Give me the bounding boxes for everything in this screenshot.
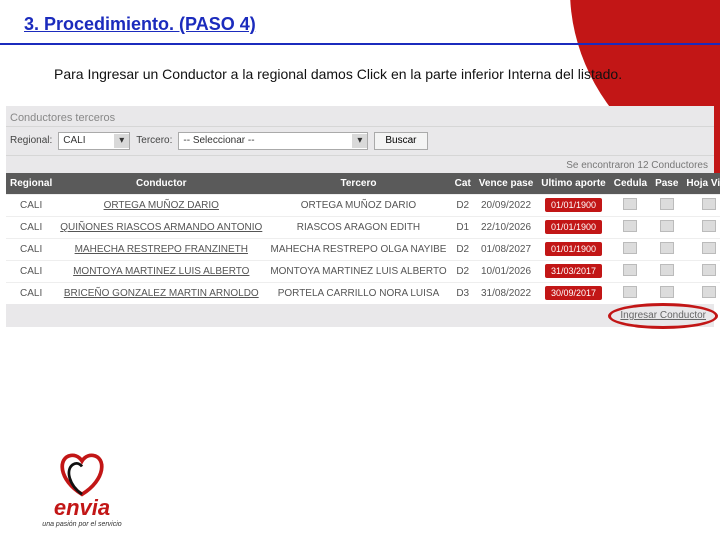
regional-label: Regional: — [10, 135, 52, 146]
document-icon[interactable] — [702, 264, 716, 276]
tercero-select-value: -- Seleccionar -- — [183, 135, 254, 146]
regional-select-value: CALI — [63, 135, 85, 146]
filter-bar: Regional: CALI ▾ Tercero: -- Seleccionar… — [6, 127, 714, 155]
aporte-badge: 01/01/1900 — [545, 198, 602, 212]
brand-name: envia — [22, 495, 142, 521]
slide-title: 3. Procedimiento. (PASO 4) — [0, 0, 720, 37]
slide-description: Para Ingresar un Conductor a la regional… — [0, 45, 720, 98]
cell: 01/08/2027 — [475, 238, 537, 260]
table-row: CALIMAHECHA RESTREPO FRANZINETHMAHECHA R… — [6, 238, 720, 260]
driver-link[interactable]: BRICEÑO GONZALEZ MARTIN ARNOLDO — [56, 282, 266, 304]
cell: CALI — [6, 260, 56, 282]
col-conductor: Conductor — [56, 173, 266, 195]
cell: D1 — [451, 216, 475, 238]
col-vence: Vence pase — [475, 173, 537, 195]
driver-link[interactable]: ORTEGA MUÑOZ DARIO — [56, 194, 266, 216]
table-header: Regional Conductor Tercero Cat Vence pas… — [6, 173, 720, 195]
document-icon[interactable] — [660, 198, 674, 210]
cell: 20/09/2022 — [475, 194, 537, 216]
aporte-badge: 30/09/2017 — [545, 286, 602, 300]
chevron-down-icon: ▾ — [352, 134, 367, 148]
aporte-badge: 01/01/1900 — [545, 242, 602, 256]
cell: ORTEGA MUÑOZ DARIO — [266, 194, 450, 216]
tercero-select[interactable]: -- Seleccionar -- ▾ — [178, 132, 368, 150]
brand-tagline: una pasión por el servicio — [22, 521, 142, 528]
document-icon[interactable] — [702, 198, 716, 210]
cell: 31/08/2022 — [475, 282, 537, 304]
cell: D3 — [451, 282, 475, 304]
col-cat: Cat — [451, 173, 475, 195]
cell: CALI — [6, 238, 56, 260]
table-row: CALIMONTOYA MARTINEZ LUIS ALBERTOMONTOYA… — [6, 260, 720, 282]
document-icon[interactable] — [660, 286, 674, 298]
app-panel: Conductores terceros Regional: CALI ▾ Te… — [6, 106, 714, 327]
col-cedula: Cedula — [610, 173, 651, 195]
driver-link[interactable]: QUIÑONES RIASCOS ARMANDO ANTONIO — [56, 216, 266, 238]
document-icon[interactable] — [623, 286, 637, 298]
document-icon[interactable] — [623, 198, 637, 210]
cell: RIASCOS ARAGON EDITH — [266, 216, 450, 238]
cell: PORTELA CARRILLO NORA LUISA — [266, 282, 450, 304]
aporte-badge: 01/01/1900 — [545, 220, 602, 234]
chevron-down-icon: ▾ — [114, 134, 129, 148]
panel-title: Conductores terceros — [6, 106, 714, 126]
result-count: Se encontraron 12 Conductores — [6, 156, 714, 173]
document-icon[interactable] — [623, 242, 637, 254]
document-icon[interactable] — [660, 264, 674, 276]
document-icon[interactable] — [623, 220, 637, 232]
drivers-table: Regional Conductor Tercero Cat Vence pas… — [6, 173, 720, 304]
col-hoja: Hoja Vida — [682, 173, 720, 195]
col-aporte: Ultimo aporte — [537, 173, 609, 195]
ingresar-conductor-link[interactable]: Ingresar Conductor — [620, 310, 706, 321]
driver-link[interactable]: MONTOYA MARTINEZ LUIS ALBERTO — [56, 260, 266, 282]
document-icon[interactable] — [702, 242, 716, 254]
document-icon[interactable] — [702, 220, 716, 232]
table-row: CALIBRICEÑO GONZALEZ MARTIN ARNOLDOPORTE… — [6, 282, 720, 304]
table-row: CALIQUIÑONES RIASCOS ARMANDO ANTONIORIAS… — [6, 216, 720, 238]
document-icon[interactable] — [702, 286, 716, 298]
document-icon[interactable] — [623, 264, 637, 276]
cell: MONTOYA MARTINEZ LUIS ALBERTO — [266, 260, 450, 282]
cell: MAHECHA RESTREPO OLGA NAYIBE — [266, 238, 450, 260]
cell: 10/01/2026 — [475, 260, 537, 282]
driver-link[interactable]: MAHECHA RESTREPO FRANZINETH — [56, 238, 266, 260]
col-tercero: Tercero — [266, 173, 450, 195]
aporte-badge: 31/03/2017 — [545, 264, 602, 278]
footer-row: Ingresar Conductor — [6, 304, 714, 327]
col-regional: Regional — [6, 173, 56, 195]
document-icon[interactable] — [660, 220, 674, 232]
cell: D2 — [451, 194, 475, 216]
search-button[interactable]: Buscar — [374, 132, 427, 150]
col-pase: Pase — [651, 173, 682, 195]
document-icon[interactable] — [660, 242, 674, 254]
regional-select[interactable]: CALI ▾ — [58, 132, 130, 150]
tercero-label: Tercero: — [136, 135, 172, 146]
cell: D2 — [451, 260, 475, 282]
cell: CALI — [6, 194, 56, 216]
cell: CALI — [6, 216, 56, 238]
cell: CALI — [6, 282, 56, 304]
heart-icon — [54, 448, 110, 498]
cell: D2 — [451, 238, 475, 260]
cell: 22/10/2026 — [475, 216, 537, 238]
table-row: CALIORTEGA MUÑOZ DARIOORTEGA MUÑOZ DARIO… — [6, 194, 720, 216]
brand-logo: envia una pasión por el servicio — [22, 448, 142, 528]
